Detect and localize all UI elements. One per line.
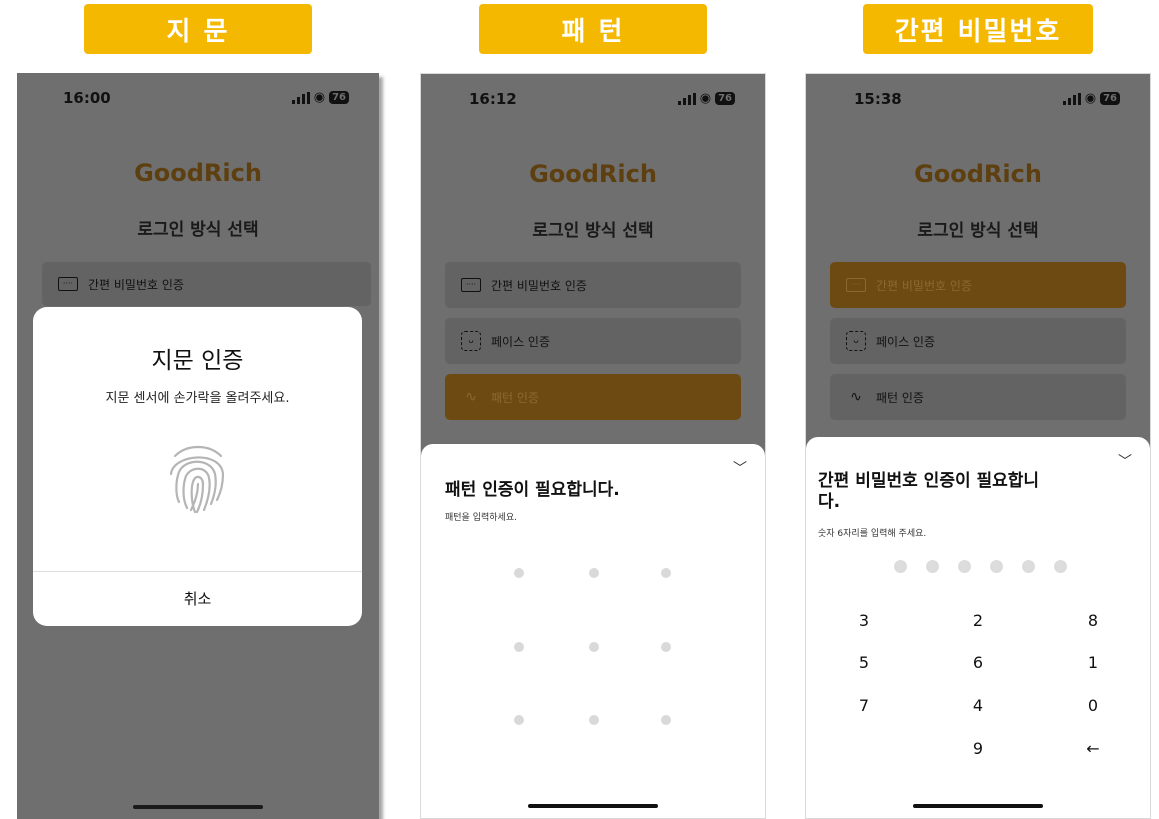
option-face-label: 페이스 인증 — [491, 334, 551, 349]
chevron-down-icon[interactable]: ﹀ — [1118, 451, 1132, 471]
sheet-title: 패턴 인증이 필요합니다. — [445, 480, 620, 500]
face-id-icon: ᴗ — [461, 331, 481, 351]
pin-dot — [926, 560, 939, 573]
pattern-dot[interactable] — [514, 715, 524, 725]
keypad-key[interactable]: 9 — [948, 739, 1008, 758]
status-time: 16:12 — [469, 90, 517, 108]
wifi-icon: ◉ — [699, 91, 712, 106]
app-logo: GoodRich — [529, 160, 657, 188]
pin-dot — [1022, 560, 1035, 573]
column-label-pin: 간편 비밀번호 — [863, 4, 1093, 54]
sheet-subtitle: 숫자 6자리를 입력해 주세요. — [818, 529, 927, 539]
battery-icon: 76 — [329, 91, 349, 104]
pin-bottom-sheet: ﹀ 간편 비밀번호 인증이 필요합니다. 숫자 6자리를 입력해 주세요. 3 … — [806, 437, 1150, 818]
option-face-label: 페이스 인증 — [876, 334, 936, 349]
backspace-icon[interactable]: ← — [1063, 739, 1123, 758]
pattern-dot[interactable] — [661, 715, 671, 725]
phone-screen-pin: 15:38 ◉ 76 GoodRich 로그인 방식 선택 ···· 간편 비밀… — [805, 73, 1151, 819]
keypad-key[interactable]: 6 — [948, 653, 1008, 672]
battery-icon: 76 — [1100, 92, 1120, 105]
pattern-bottom-sheet: ﹀ 패턴 인증이 필요합니다. 패턴을 입력하세요. — [421, 444, 765, 818]
pattern-grid[interactable] — [514, 568, 674, 728]
battery-icon: 76 — [715, 92, 735, 105]
dialog-subtitle: 지문 센서에 손가락을 올려주세요. — [105, 391, 290, 406]
pattern-dot[interactable] — [589, 715, 599, 725]
keypad-key[interactable]: 2 — [948, 611, 1008, 630]
option-pin[interactable]: ···· 간편 비밀번호 인증 — [830, 262, 1126, 308]
status-time: 16:00 — [63, 89, 111, 107]
option-pattern[interactable]: ∿ 패턴 인증 — [830, 374, 1126, 420]
keypad-key[interactable]: 4 — [948, 696, 1008, 715]
option-pin-label: 간편 비밀번호 인증 — [88, 277, 184, 292]
status-time: 15:38 — [854, 90, 902, 108]
pin-dot — [894, 560, 907, 573]
option-face[interactable]: ᴗ 페이스 인증 — [830, 318, 1126, 364]
keypad-key[interactable]: 7 — [834, 696, 894, 715]
chevron-down-icon[interactable]: ﹀ — [733, 458, 747, 478]
pin-dot — [958, 560, 971, 573]
fingerprint-icon — [169, 445, 225, 514]
option-pattern-label: 패턴 인증 — [876, 390, 924, 405]
column-label-pattern: 패 턴 — [479, 4, 707, 54]
home-indicator — [133, 805, 263, 809]
signal-icon — [1062, 92, 1081, 105]
keyboard-icon: ···· — [461, 278, 481, 292]
pattern-dot[interactable] — [661, 642, 671, 652]
app-logo: GoodRich — [914, 160, 1042, 188]
pattern-dot[interactable] — [589, 642, 599, 652]
pattern-icon: ∿ — [850, 389, 862, 405]
phone-screen-pattern: 16:12 ◉ 76 GoodRich 로그인 방식 선택 ···· 간편 비밀… — [420, 73, 766, 819]
option-pin[interactable]: ···· 간편 비밀번호 인증 — [42, 262, 371, 306]
phone-screen-fingerprint: 16:00 ◉ 76 GoodRich 로그인 방식 선택 ···· 간편 비밀… — [17, 73, 379, 819]
pin-dot — [990, 560, 1003, 573]
sheet-title: 간편 비밀번호 인증이 필요합니다. — [818, 471, 1040, 512]
home-indicator — [913, 804, 1043, 808]
wifi-icon: ◉ — [313, 90, 326, 105]
signal-icon — [677, 92, 696, 105]
screen-title: 로그인 방식 선택 — [137, 220, 259, 240]
status-icons: ◉ 76 — [677, 91, 735, 106]
sheet-subtitle: 패턴을 입력하세요. — [445, 513, 517, 523]
signal-icon — [291, 91, 310, 104]
keyboard-icon: ···· — [58, 277, 78, 291]
face-id-icon: ᴗ — [846, 331, 866, 351]
cancel-button[interactable]: 취소 — [33, 588, 362, 609]
status-icons: ◉ 76 — [1062, 91, 1120, 106]
dialog-divider — [33, 571, 362, 572]
dialog-title: 지문 인증 — [151, 348, 244, 374]
pattern-dot[interactable] — [514, 642, 524, 652]
fingerprint-dialog: 지문 인증 지문 센서에 손가락을 올려주세요. 취소 — [33, 307, 362, 626]
keypad-key[interactable]: 1 — [1063, 653, 1123, 672]
keypad-key[interactable]: 3 — [834, 611, 894, 630]
pattern-dot[interactable] — [589, 568, 599, 578]
pattern-dot[interactable] — [514, 568, 524, 578]
screen-title: 로그인 방식 선택 — [532, 221, 654, 241]
keypad-key[interactable]: 5 — [834, 653, 894, 672]
option-pattern-label: 패턴 인증 — [491, 390, 539, 405]
column-label-fingerprint: 지 문 — [84, 4, 312, 54]
option-pin-label: 간편 비밀번호 인증 — [491, 278, 587, 293]
keypad-key[interactable]: 8 — [1063, 611, 1123, 630]
option-pattern[interactable]: ∿ 패턴 인증 — [445, 374, 741, 420]
option-pin[interactable]: ···· 간편 비밀번호 인증 — [445, 262, 741, 308]
screen-title: 로그인 방식 선택 — [917, 221, 1039, 241]
pattern-dot[interactable] — [661, 568, 671, 578]
status-bar: 16:00 ◉ 76 — [17, 89, 379, 109]
keypad-key[interactable]: 0 — [1063, 696, 1123, 715]
option-face[interactable]: ᴗ 페이스 인증 — [445, 318, 741, 364]
home-indicator — [528, 804, 658, 808]
pin-progress-dots — [894, 560, 1067, 573]
keyboard-icon: ···· — [846, 278, 866, 292]
status-bar: 16:12 ◉ 76 — [421, 90, 765, 110]
status-icons: ◉ 76 — [291, 90, 349, 105]
option-pin-label: 간편 비밀번호 인증 — [876, 278, 972, 293]
wifi-icon: ◉ — [1084, 91, 1097, 106]
app-logo: GoodRich — [134, 159, 262, 187]
status-bar: 15:38 ◉ 76 — [806, 90, 1150, 110]
pin-dot — [1054, 560, 1067, 573]
pattern-icon: ∿ — [465, 389, 477, 405]
